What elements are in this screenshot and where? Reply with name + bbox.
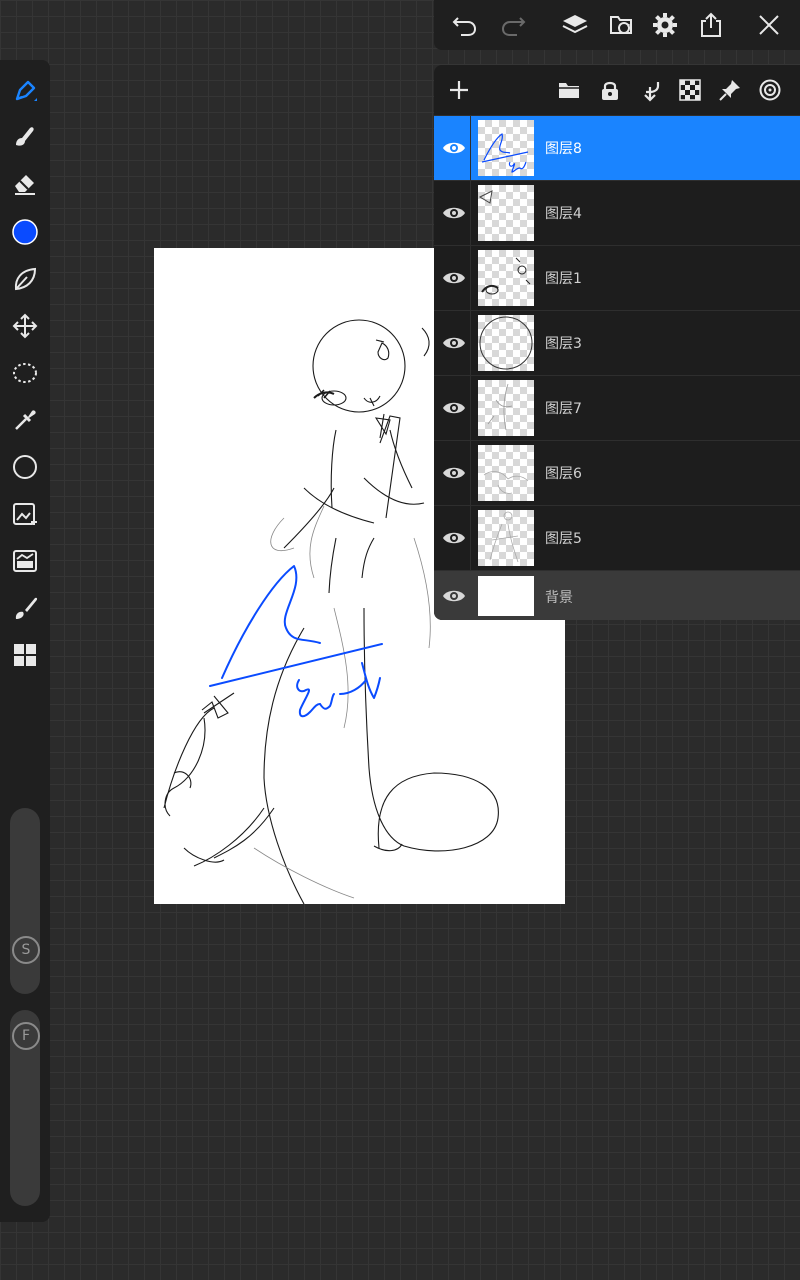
layer-row-4[interactable]: 图层4	[434, 180, 800, 245]
row-divider	[470, 441, 471, 505]
layers-icon[interactable]	[558, 8, 592, 42]
layer-thumbnail	[478, 120, 534, 176]
layer-thumbnail	[478, 315, 534, 371]
eye-icon[interactable]	[442, 266, 466, 290]
size-slider-label: S	[12, 936, 40, 964]
row-divider	[470, 376, 471, 440]
layer-row-8[interactable]: 图层8	[434, 115, 800, 180]
layer-name: 图层8	[545, 141, 582, 157]
row-divider	[470, 246, 471, 310]
layer-row-5[interactable]: 图层5	[434, 505, 800, 570]
smudge-icon[interactable]	[6, 117, 44, 155]
layer-row-background[interactable]: 背景	[434, 570, 800, 620]
left-toolbar: S F	[0, 60, 50, 1222]
selection-icon[interactable]	[6, 354, 44, 392]
eye-icon[interactable]	[442, 201, 466, 225]
layer-thumbnail	[478, 185, 534, 241]
layer-name: 背景	[545, 590, 573, 606]
transform-icon[interactable]	[6, 307, 44, 345]
eraser-icon[interactable]	[6, 164, 44, 202]
file-swap-icon[interactable]	[604, 8, 638, 42]
row-divider	[470, 181, 471, 245]
share-icon[interactable]	[694, 8, 728, 42]
eye-icon[interactable]	[442, 584, 466, 608]
close-icon[interactable]	[752, 8, 786, 42]
color-swatch[interactable]	[6, 213, 44, 251]
row-divider	[470, 506, 471, 570]
circle-shape-icon[interactable]	[6, 448, 44, 486]
layer-name: 图层6	[545, 466, 582, 482]
top-toolbar	[434, 0, 800, 50]
lasso-fill-icon[interactable]	[6, 260, 44, 298]
brush-icon[interactable]	[6, 589, 44, 627]
layers-header	[434, 65, 800, 115]
eye-icon[interactable]	[442, 331, 466, 355]
layer-name: 图层3	[545, 336, 582, 352]
eyedropper-icon[interactable]	[6, 401, 44, 439]
filter-icon[interactable]	[6, 542, 44, 580]
pin-icon[interactable]	[715, 75, 745, 105]
eye-icon[interactable]	[442, 136, 466, 160]
layer-name: 图层7	[545, 401, 582, 417]
layer-thumbnail	[478, 576, 534, 616]
layer-thumbnail	[478, 250, 534, 306]
layer-name: 图层5	[545, 531, 582, 547]
eye-icon[interactable]	[442, 526, 466, 550]
layer-row-3[interactable]: 图层3	[434, 310, 800, 375]
layer-thumbnail	[478, 445, 534, 501]
layer-thumbnail	[478, 380, 534, 436]
redo-icon[interactable]	[496, 8, 530, 42]
layer-row-6[interactable]: 图层6	[434, 440, 800, 505]
layer-name: 图层1	[545, 271, 582, 287]
settings-gear-icon[interactable]	[648, 8, 682, 42]
lock-icon[interactable]	[595, 75, 625, 105]
eye-icon[interactable]	[442, 461, 466, 485]
add-layer-icon[interactable]	[444, 75, 474, 105]
blend-target-icon[interactable]	[755, 75, 785, 105]
opacity-slider-label: F	[12, 1022, 40, 1050]
brush-size-slider[interactable]	[10, 808, 40, 994]
row-divider	[470, 311, 471, 375]
transparency-checker-icon[interactable]	[675, 75, 705, 105]
layers-panel: 图层8 图层4 图层1 图层3 图层7 图层6 图层5 背景	[434, 65, 800, 620]
clip-arrow-icon[interactable]	[635, 75, 665, 105]
image-import-icon[interactable]	[6, 495, 44, 533]
layer-name: 图层4	[545, 206, 582, 222]
grid-panels-icon[interactable]	[6, 636, 44, 674]
row-divider	[470, 116, 471, 180]
layer-row-7[interactable]: 图层7	[434, 375, 800, 440]
layer-thumbnail	[478, 510, 534, 566]
undo-icon[interactable]	[448, 8, 482, 42]
pen-icon[interactable]	[6, 72, 44, 110]
eye-icon[interactable]	[442, 396, 466, 420]
folder-icon[interactable]	[554, 75, 584, 105]
layer-row-1[interactable]: 图层1	[434, 245, 800, 310]
